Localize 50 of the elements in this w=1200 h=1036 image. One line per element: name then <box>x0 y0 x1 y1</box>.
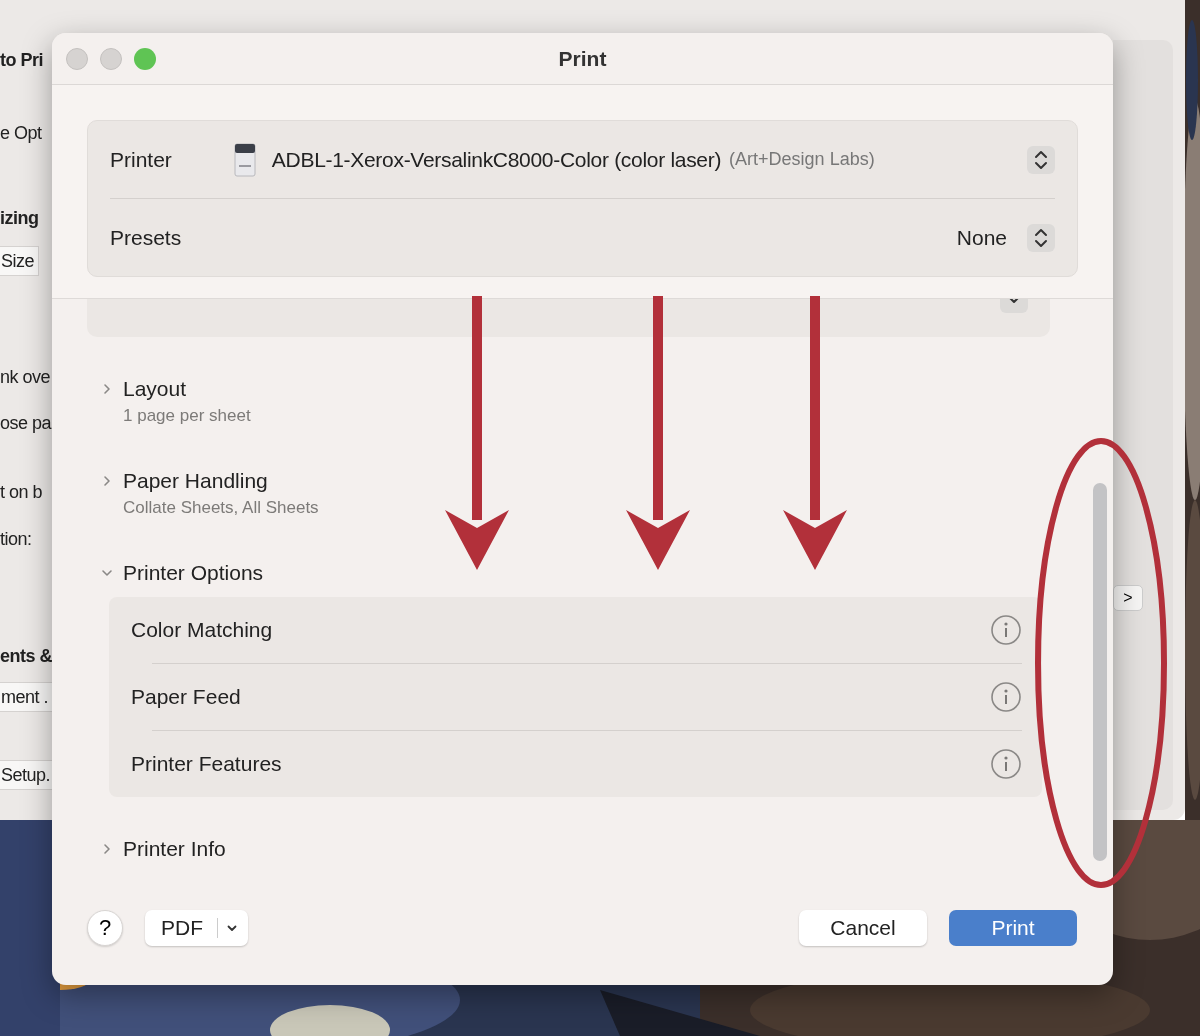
printer-icon <box>233 142 256 177</box>
cancel-button[interactable]: Cancel <box>799 910 927 946</box>
printer-name: ADBL-1-Xerox-VersalinkC8000-Color (color laser) <box>271 147 722 172</box>
background-label: e Opt <box>0 122 42 145</box>
option-label: Paper Feed <box>131 685 241 709</box>
background-label: nk ove <box>0 366 51 389</box>
window-title: Print <box>558 46 607 71</box>
background-field[interactable]: ment . <box>0 682 54 712</box>
option-row[interactable]: Paper Feed <box>131 664 1022 730</box>
section-header[interactable]: Printer Info <box>87 835 1050 863</box>
option-label: Color Matching <box>131 618 273 642</box>
background-label: izing <box>0 207 39 230</box>
scrollbar-thumb[interactable] <box>1093 483 1107 861</box>
option-row[interactable]: Printer Features <box>131 731 1022 797</box>
section-header[interactable]: Paper Handling <box>87 467 1050 495</box>
pdf-label: PDF <box>161 916 203 940</box>
presets-value: None <box>956 225 1007 250</box>
info-icon[interactable] <box>990 748 1022 780</box>
background-label: t on b <box>0 481 43 504</box>
next-button[interactable]: > <box>1113 585 1143 611</box>
background-label: tion: <box>0 528 32 551</box>
section-summary: Collate Sheets, All Sheets <box>122 497 320 519</box>
presets-label: Presets <box>110 225 182 250</box>
chevron-icon <box>101 843 113 855</box>
pdf-button[interactable]: PDF <box>145 910 248 946</box>
background-label: ents & <box>0 645 52 668</box>
chevron-icon <box>101 567 113 579</box>
option-label: Printer Features <box>131 752 282 776</box>
chevron-icon <box>101 383 113 395</box>
section-title: Printer Options <box>123 561 264 585</box>
section-header[interactable]: Layout <box>87 375 1050 403</box>
section-header[interactable]: Printer Options <box>87 559 1050 587</box>
info-icon[interactable] <box>990 614 1022 646</box>
printer-label: Printer <box>110 147 172 172</box>
section-title: Printer Info <box>123 837 226 861</box>
stepper-icon[interactable] <box>1027 145 1055 174</box>
print-button[interactable]: Print <box>949 910 1077 946</box>
zoom-button[interactable] <box>134 48 156 70</box>
section-title: Layout <box>123 377 187 401</box>
background-label: ose pa <box>0 412 52 435</box>
section-summary: 1 page per sheet <box>122 405 252 427</box>
stepper-icon[interactable] <box>1027 223 1055 252</box>
info-icon[interactable] <box>990 681 1022 713</box>
background-field[interactable]: Size <box>0 246 39 276</box>
section-title: Paper Handling <box>123 469 268 493</box>
chevron-icon <box>101 475 113 487</box>
option-row[interactable]: Color Matching <box>131 597 1022 663</box>
help-button[interactable]: ? <box>87 910 123 946</box>
background-label: to Pri <box>0 49 43 72</box>
printer-location: (Art+Design Labs) <box>729 149 876 170</box>
